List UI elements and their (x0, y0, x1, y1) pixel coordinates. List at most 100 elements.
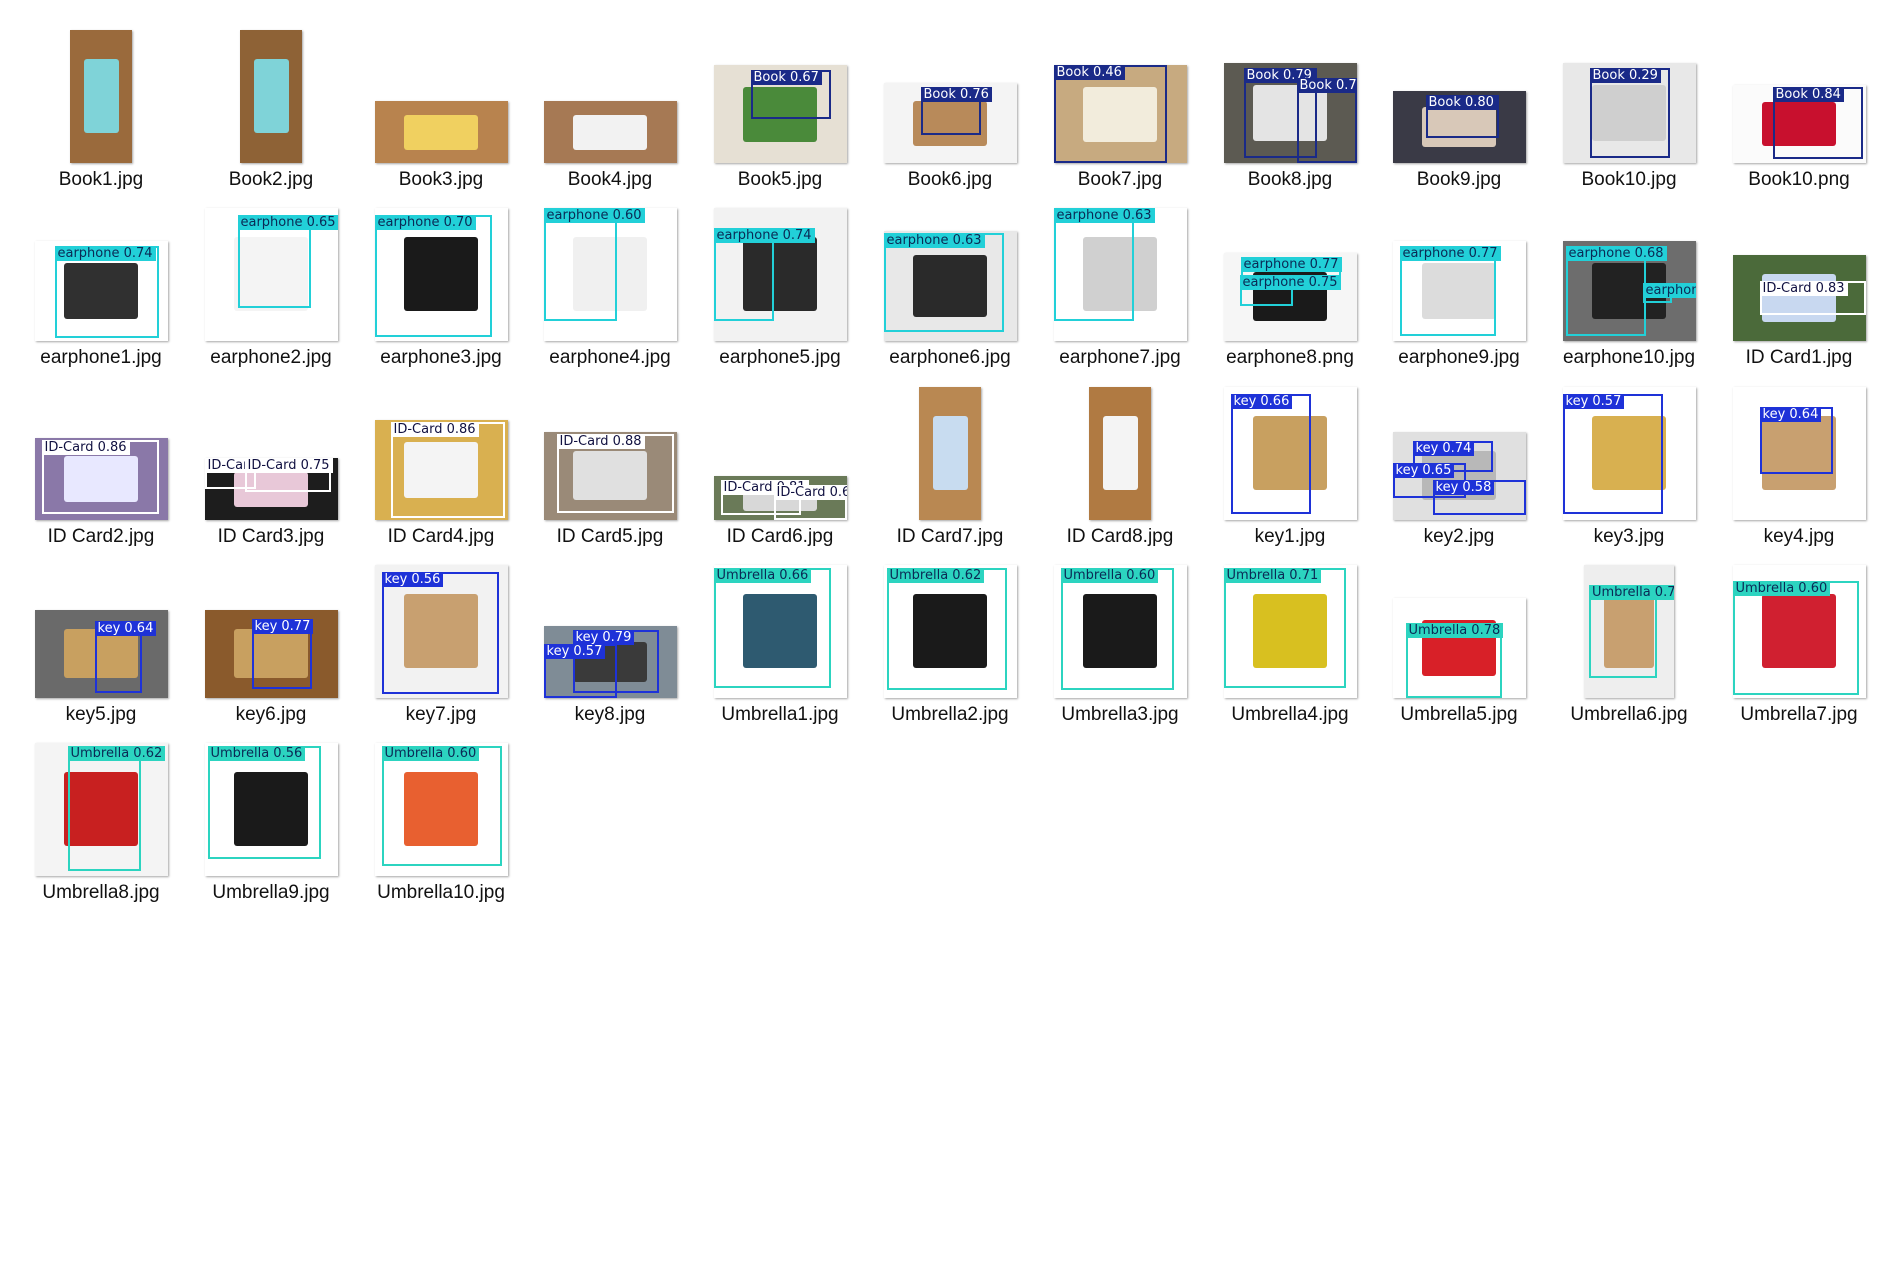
file-tile[interactable]: earphone 0.70 earphone3.jpg (356, 191, 526, 369)
image-thumbnail[interactable]: key 0.79 key 0.57 (543, 626, 677, 698)
image-thumbnail[interactable]: Umbrella 0.78 (1392, 598, 1526, 698)
image-thumbnail[interactable]: Book 0.84 (1732, 85, 1866, 163)
file-tile[interactable]: Umbrella 0.60 Umbrella3.jpg (1035, 548, 1205, 726)
file-tile[interactable]: ID-Card 0.86 ID Card4.jpg (356, 370, 526, 548)
image-thumbnail[interactable]: Umbrella 0.66 (713, 565, 847, 698)
file-tile[interactable]: Book2.jpg (186, 13, 356, 191)
file-tile[interactable]: Umbrella 0.56 Umbrella9.jpg (186, 726, 356, 904)
file-tile[interactable]: earphone 0.77 earphone 0.75 earphone8.png (1205, 191, 1375, 369)
image-thumbnail[interactable]: Umbrella 0.60 (1053, 565, 1187, 698)
image-thumbnail[interactable]: Umbrella 0.62 (34, 743, 168, 876)
image-thumbnail[interactable]: Book 0.46 (1053, 65, 1187, 163)
image-thumbnail[interactable]: key 0.77 (204, 610, 338, 698)
image-thumbnail[interactable]: earphone 0.63 (1053, 208, 1187, 341)
file-tile[interactable]: ID Card8.jpg (1035, 370, 1205, 548)
file-tile[interactable]: ID-Card 0.88 ID Card5.jpg (525, 370, 695, 548)
file-tile[interactable]: Book 0.79Book 0.74 Book8.jpg (1205, 13, 1375, 191)
file-tile[interactable]: key 0.64 key4.jpg (1714, 370, 1882, 548)
file-tile[interactable]: Umbrella 0.62 Umbrella8.jpg (16, 726, 186, 904)
file-tile[interactable]: Umbrella 0.75 Umbrella6.jpg (1544, 548, 1714, 726)
image-thumbnail[interactable]: ID-Card 0.86 (374, 420, 508, 520)
image-thumbnail[interactable]: Umbrella 0.60 (1732, 565, 1866, 698)
file-tile[interactable]: key 0.64 key5.jpg (16, 548, 186, 726)
image-thumbnail[interactable]: key 0.57 (1562, 387, 1696, 520)
image-thumbnail[interactable]: key 0.56 (374, 565, 508, 698)
image-thumbnail[interactable]: key 0.74 key 0.65 key 0.58 (1392, 432, 1526, 520)
image-thumbnail[interactable] (70, 30, 132, 163)
file-tile[interactable]: earphone 0.63 earphone7.jpg (1035, 191, 1205, 369)
file-tile[interactable]: earphone 0.63 earphone6.jpg (865, 191, 1035, 369)
file-tile[interactable]: Umbrella 0.78 Umbrella5.jpg (1374, 548, 1544, 726)
image-thumbnail[interactable]: Book 0.80 (1392, 91, 1526, 163)
image-thumbnail[interactable]: ID-Card 0.79ID-Card 0.75 (204, 458, 338, 520)
thumbnail-area: ID-Card 0.86 (16, 370, 186, 520)
file-tile[interactable]: Umbrella 0.60 Umbrella10.jpg (356, 726, 526, 904)
image-thumbnail[interactable]: key 0.66 (1223, 387, 1357, 520)
file-tile[interactable]: earphone 0.68 earphone 0.62 earphone10.jpg (1544, 191, 1714, 369)
file-tile[interactable]: Book3.jpg (356, 13, 526, 191)
file-tile[interactable]: Umbrella 0.66 Umbrella1.jpg (695, 548, 865, 726)
file-tile[interactable]: ID Card7.jpg (865, 370, 1035, 548)
file-tile[interactable]: earphone 0.65 earphone2.jpg (186, 191, 356, 369)
image-thumbnail[interactable]: key 0.64 (1732, 387, 1866, 520)
image-thumbnail[interactable] (374, 101, 508, 163)
image-thumbnail[interactable] (543, 101, 677, 163)
file-tile[interactable]: earphone 0.60 earphone4.jpg (525, 191, 695, 369)
image-thumbnail[interactable]: ID-Card 0.83 (1732, 255, 1866, 341)
file-tile[interactable]: Book 0.67 Book5.jpg (695, 13, 865, 191)
image-thumbnail[interactable]: Book 0.67 (713, 65, 847, 163)
file-tile[interactable]: Book 0.46 Book7.jpg (1035, 13, 1205, 191)
image-thumbnail[interactable]: ID-Card 0.88 (543, 432, 677, 520)
file-tile[interactable]: key 0.56 key7.jpg (356, 548, 526, 726)
image-thumbnail[interactable]: Book 0.76 (883, 83, 1017, 163)
file-tile[interactable]: ID-Card 0.81ID-Card 0.61 ID Card6.jpg (695, 370, 865, 548)
file-tile[interactable]: ID-Card 0.83 ID Card1.jpg (1714, 191, 1882, 369)
file-tile[interactable]: key 0.57 key3.jpg (1544, 370, 1714, 548)
file-tile[interactable]: Book1.jpg (16, 13, 186, 191)
image-thumbnail[interactable]: earphone 0.68 earphone 0.62 (1562, 241, 1696, 341)
thumbnail-area (525, 13, 695, 163)
image-thumbnail[interactable]: Umbrella 0.71 (1223, 565, 1357, 698)
file-tile[interactable]: key 0.77 key6.jpg (186, 548, 356, 726)
file-tile[interactable]: Umbrella 0.71 Umbrella4.jpg (1205, 548, 1375, 726)
image-thumbnail[interactable]: Umbrella 0.75 (1584, 565, 1674, 698)
image-thumbnail[interactable]: Book 0.79Book 0.74 (1223, 63, 1357, 163)
file-tile[interactable]: Book 0.80 Book9.jpg (1374, 13, 1544, 191)
image-thumbnail[interactable]: earphone 0.65 (204, 208, 338, 341)
file-tile[interactable]: Book4.jpg (525, 13, 695, 191)
file-tile[interactable]: Umbrella 0.62 Umbrella2.jpg (865, 548, 1035, 726)
image-thumbnail[interactable] (1089, 387, 1151, 520)
image-thumbnail[interactable]: earphone 0.74 (34, 241, 168, 341)
file-tile[interactable]: Umbrella 0.60 Umbrella7.jpg (1714, 548, 1882, 726)
image-thumbnail[interactable]: Umbrella 0.62 (883, 565, 1017, 698)
image-thumbnail[interactable]: earphone 0.74 (713, 208, 847, 341)
detection-box: earphone 0.74 (54, 246, 159, 338)
image-thumbnail[interactable]: Book 0.29 (1562, 63, 1696, 163)
file-tile[interactable]: Book 0.29 Book10.jpg (1544, 13, 1714, 191)
image-thumbnail[interactable]: Umbrella 0.56 (204, 743, 338, 876)
file-tile[interactable]: earphone 0.77 earphone9.jpg (1374, 191, 1544, 369)
image-thumbnail[interactable]: Umbrella 0.60 (374, 743, 508, 876)
file-tile[interactable]: Book 0.84 Book10.png (1714, 13, 1882, 191)
detection-label: earphone 0.63 (1053, 208, 1155, 223)
image-thumbnail[interactable]: key 0.64 (34, 610, 168, 698)
file-tile[interactable]: key 0.74 key 0.65 key 0.58 key2.jpg (1374, 370, 1544, 548)
file-tile[interactable]: earphone 0.74 earphone5.jpg (695, 191, 865, 369)
image-thumbnail[interactable]: earphone 0.77 (1392, 241, 1526, 341)
image-thumbnail[interactable] (240, 30, 302, 163)
file-tile[interactable]: ID-Card 0.86 ID Card2.jpg (16, 370, 186, 548)
image-thumbnail[interactable]: earphone 0.77 earphone 0.75 (1223, 253, 1357, 341)
file-tile[interactable]: key 0.79 key 0.57 key8.jpg (525, 548, 695, 726)
image-thumbnail[interactable]: earphone 0.70 (374, 208, 508, 341)
file-tile[interactable]: Book 0.76 Book6.jpg (865, 13, 1035, 191)
file-tile[interactable]: ID-Card 0.79ID-Card 0.75 ID Card3.jpg (186, 370, 356, 548)
image-thumbnail[interactable] (919, 387, 981, 520)
thumbnail-area: key 0.77 (186, 548, 356, 698)
image-thumbnail[interactable]: earphone 0.60 (543, 208, 677, 341)
image-thumbnail[interactable]: earphone 0.63 (883, 231, 1017, 341)
file-tile[interactable]: earphone 0.74 earphone1.jpg (16, 191, 186, 369)
image-thumbnail[interactable]: ID-Card 0.86 (34, 438, 168, 520)
image-thumbnail[interactable]: ID-Card 0.81ID-Card 0.61 (713, 476, 847, 520)
file-tile[interactable]: key 0.66 key1.jpg (1205, 370, 1375, 548)
detection-label: Book 0.80 (1425, 95, 1497, 110)
